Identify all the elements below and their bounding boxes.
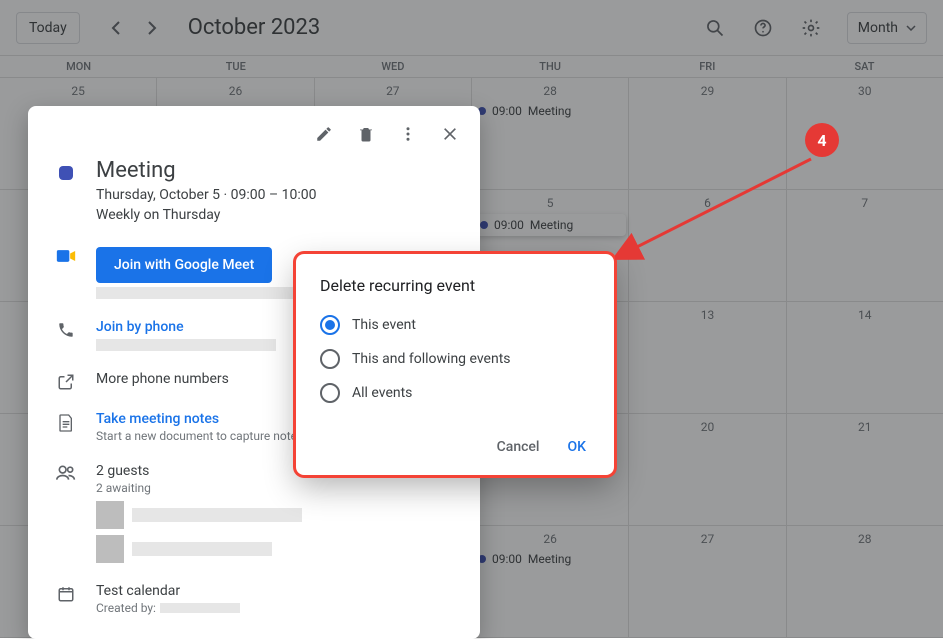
annotation-step-badge: 4 [805,123,839,157]
guests-awaiting: 2 awaiting [96,481,460,495]
guests-icon [54,463,78,481]
phone-icon [54,319,78,339]
more-phone-link[interactable]: More phone numbers [96,371,229,387]
event-title: Meeting [96,158,317,183]
radio-icon [320,349,340,369]
more-options-button[interactable] [390,116,426,152]
calendar-icon [54,583,78,603]
event-datetime: Thursday, October 5 · 09:00 – 10:00 [96,187,317,203]
radio-icon [320,383,340,403]
delete-recurring-dialog: Delete recurring event This event This a… [296,254,614,475]
radio-icon [320,315,340,335]
document-icon [54,411,78,433]
event-recurrence: Weekly on Thursday [96,207,317,223]
guest-row [96,535,460,563]
option-all-events[interactable]: All events [320,383,590,403]
join-meet-button[interactable]: Join with Google Meet [96,247,272,283]
delete-event-button[interactable] [348,116,384,152]
calendar-name: Test calendar [96,583,240,599]
video-icon [54,247,78,263]
option-this-event[interactable]: This event [320,315,590,335]
event-color-swatch [59,166,73,180]
take-notes-link[interactable]: Take meeting notes [96,411,303,427]
guest-row [96,501,460,529]
option-this-and-following[interactable]: This and following events [320,349,590,369]
notes-subtext: Start a new document to capture notes [96,429,303,443]
edit-event-button[interactable] [306,116,342,152]
phone-number-redacted [96,339,276,351]
close-popover-button[interactable] [432,116,468,152]
ok-button[interactable]: OK [564,433,591,461]
meet-link-redacted [96,287,306,299]
created-by: Created by: [96,601,240,615]
external-link-icon [54,371,78,391]
cancel-button[interactable]: Cancel [493,433,544,461]
dialog-title: Delete recurring event [320,276,590,295]
